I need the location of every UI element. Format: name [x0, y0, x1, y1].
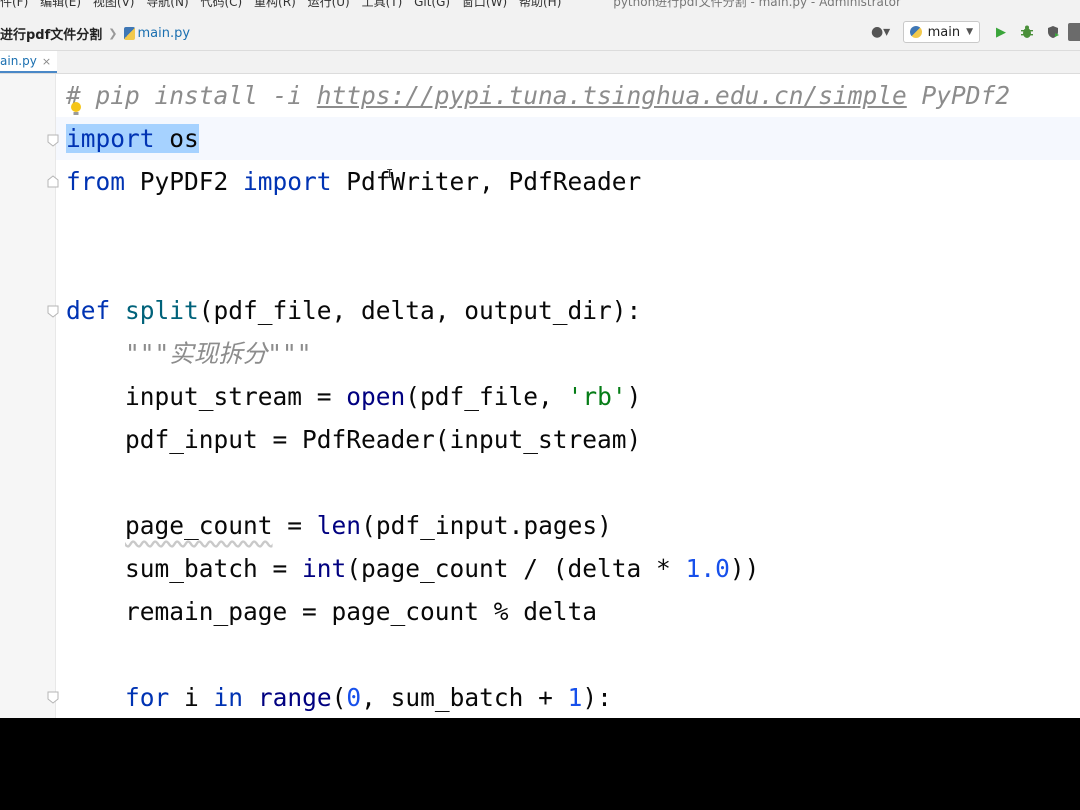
variable-page-count: page_count: [125, 511, 273, 540]
code-line-13: remain_page = page_count % delta: [66, 590, 597, 633]
toolbar-right: ●▾ main ▼ ▶: [869, 20, 1080, 44]
code-line-15-a: i: [169, 683, 214, 712]
number-zero: 0: [346, 683, 362, 712]
comment-text: pip install -i: [80, 81, 317, 110]
code-line-9-text: pdf_input = PdfReader(input_stream): [125, 425, 642, 454]
code-line-11-b: (pdf_input.pages): [361, 511, 612, 540]
menu-git[interactable]: Git(G): [414, 0, 450, 9]
tab-label: ain.py: [0, 54, 37, 68]
fold-start-icon[interactable]: [46, 133, 60, 147]
menu-run[interactable]: 运行(U): [308, 0, 350, 9]
code-line-2: import os: [66, 117, 199, 160]
selected-text: import os: [66, 124, 199, 153]
code-line-3: from PyPDF2 import PdfWriter, PdfReader: [66, 160, 641, 203]
run-config-label: main: [927, 24, 961, 40]
code-line-7: """实现拆分""": [66, 332, 312, 375]
menu-tools[interactable]: 工具(T): [362, 0, 403, 9]
debug-icon[interactable]: [1016, 21, 1038, 43]
code-line-8-a: input_stream =: [125, 382, 347, 411]
python-icon: [909, 26, 922, 38]
builtin-range: range: [257, 683, 332, 712]
coverage-icon[interactable]: [1042, 21, 1064, 43]
menu-help[interactable]: 帮助(H): [519, 0, 561, 9]
menu-view[interactable]: 视图(V): [93, 0, 135, 9]
for-keyword: for: [125, 683, 170, 712]
window-title: python进行pdf文件分割 - main.py - Administrato…: [613, 0, 901, 9]
menu-bar: 件(F) 编辑(E) 视图(V) 导航(N) 代码(C) 重构(R) 运行(U)…: [0, 0, 1080, 14]
menu-navigate[interactable]: 导航(N): [146, 0, 188, 9]
code-line-8-c: ): [626, 382, 642, 411]
code-line-15: for i in range(0, sum_batch + 1):: [66, 676, 612, 718]
mouse-text-cursor-icon: I: [386, 167, 394, 181]
docstring: """实现拆分""": [125, 339, 312, 368]
builtin-int: int: [302, 554, 347, 583]
code-line-13-text: remain_page = page_count % delta: [125, 597, 598, 626]
code-line-12-c: )): [729, 554, 760, 583]
python-file-icon: [123, 27, 135, 40]
comment-tail: PyPDf2: [906, 81, 1011, 110]
import-names: PdfWriter, PdfReader: [331, 167, 642, 196]
breadcrumb-file[interactable]: main.py: [138, 26, 191, 41]
close-icon[interactable]: ×: [42, 55, 51, 68]
code-line-15-b: (: [331, 683, 347, 712]
code-line-8-b: (pdf_file,: [405, 382, 568, 411]
menu-bar-clipped: 件(F) 编辑(E) 视图(V) 导航(N) 代码(C) 重构(R) 运行(U)…: [0, 0, 901, 10]
code-line-15-c: , sum_batch +: [361, 683, 568, 712]
run-icon[interactable]: ▶: [990, 21, 1012, 43]
code-line-9: pdf_input = PdfReader(input_stream): [66, 418, 641, 461]
in-keyword: in: [213, 683, 244, 712]
code-line-6: def split(pdf_file, delta, output_dir):: [66, 289, 641, 332]
fold-end-icon[interactable]: [46, 175, 60, 189]
code-line-12: sum_batch = int(page_count / (delta * 1.…: [66, 547, 759, 590]
breadcrumb: 进行pdf文件分割 ❯ main.py: [0, 24, 190, 43]
code-line-12-b: (page_count / (delta *: [346, 554, 686, 583]
tab-main-py[interactable]: ain.py ×: [0, 51, 58, 73]
code-line-12-a: sum_batch =: [125, 554, 303, 583]
fold-function-icon[interactable]: [46, 304, 60, 318]
current-line-highlight: [56, 117, 1080, 160]
number-one: 1: [567, 683, 583, 712]
editor-tab-bar: ain.py ×: [0, 51, 1080, 74]
menu-code[interactable]: 代码(C): [200, 0, 242, 9]
lightbulb-icon[interactable]: [70, 101, 82, 117]
sidebar-edge-icon: [1068, 23, 1080, 41]
code-line-15-d: ):: [582, 683, 612, 712]
menu-refactor[interactable]: 重构(R): [254, 0, 296, 9]
run-config-dropdown[interactable]: main ▼: [902, 21, 980, 43]
code-line-15-sp: [243, 683, 258, 712]
breadcrumb-project[interactable]: 进行pdf文件分割: [0, 24, 102, 43]
function-name: split: [125, 296, 199, 325]
code-line-11-a: =: [272, 511, 317, 540]
function-params: (pdf_file, delta, output_dir):: [198, 296, 642, 325]
code-line-11: page_count = len(pdf_input.pages): [66, 504, 612, 547]
import-keyword-2: import: [243, 167, 332, 196]
number-literal: 1.0: [685, 554, 730, 583]
builtin-open: open: [346, 382, 406, 411]
code-line-1: # pip install -i https://pypi.tuna.tsing…: [66, 74, 1010, 117]
menu-edit[interactable]: 编辑(E): [40, 0, 81, 9]
ide-window: 件(F) 编辑(E) 视图(V) 导航(N) 代码(C) 重构(R) 运行(U)…: [0, 0, 1080, 718]
chevron-right-icon: ❯: [108, 27, 118, 40]
from-keyword: from: [66, 167, 126, 196]
builtin-len: len: [316, 511, 362, 540]
user-icon[interactable]: ●▾: [869, 22, 893, 42]
string-rb: 'rb': [567, 382, 627, 411]
menu-window[interactable]: 窗口(W): [462, 0, 507, 9]
import-keyword: import: [66, 124, 155, 153]
module-name: PyPDF2: [125, 167, 244, 196]
code-line-8: input_stream = open(pdf_file, 'rb'): [66, 375, 641, 418]
menu-file[interactable]: 件(F): [0, 0, 28, 9]
code-editor[interactable]: # pip install -i https://pypi.tuna.tsing…: [0, 74, 1080, 718]
comment-url[interactable]: https://pypi.tuna.tsinghua.edu.cn/simple: [317, 81, 907, 110]
fold-for-icon[interactable]: [46, 690, 60, 704]
def-keyword: def: [66, 296, 111, 325]
navigation-bar: 进行pdf文件分割 ❯ main.py ●▾ main ▼ ▶: [0, 14, 1080, 51]
chevron-down-icon: ▼: [966, 27, 973, 37]
